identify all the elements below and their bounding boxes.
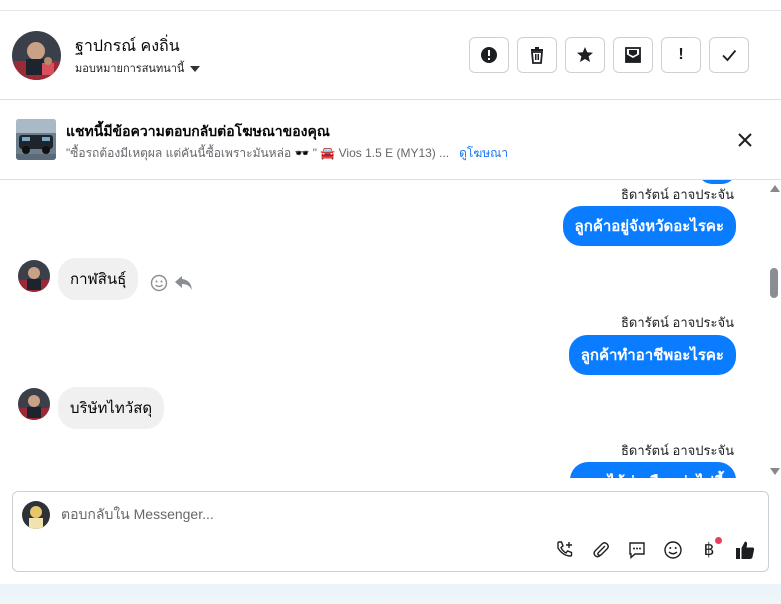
ad-reply-banner: แชทนี้มีข้อความตอบกลับต่อโฆษณาของคุณ "ซื… (0, 100, 781, 180)
check-icon (720, 46, 738, 64)
scroll-up-arrow-icon[interactable] (770, 185, 780, 192)
chat-bubble-icon (629, 542, 645, 560)
conversation-header: ฐาปกรณ์ คงถิ่น มอบหมายการสนทนานี้ ! (0, 11, 781, 100)
phone-plus-icon (557, 541, 573, 557)
baht-icon: ฿ (703, 540, 715, 559)
reply-arrow-icon (175, 276, 192, 290)
ad-description-row: "ซื้อรถต้องมีเหตุผล แต่คันนี้ซื้อเพราะมั… (66, 144, 508, 163)
assign-conversation-dropdown[interactable]: มอบหมายการสนทนานี้ (75, 59, 201, 77)
star-icon (576, 46, 594, 64)
incoming-message[interactable]: บริษัทไทวัสดุ (58, 387, 165, 429)
chevron-down-icon (190, 65, 201, 72)
sender-name: ธิดารัตน์ อาจประจัน (620, 443, 734, 458)
mark-unread-button[interactable] (613, 37, 653, 73)
follow-up-button[interactable]: ! (661, 37, 701, 73)
composer-toolbar: ฿ (554, 537, 756, 561)
outgoing-message[interactable]: ลูกค้าทำอาชีพอะไรคะ (568, 335, 736, 375)
notification-dot (715, 537, 722, 544)
mark-spam-button[interactable] (469, 37, 509, 73)
mark-done-button[interactable] (709, 37, 749, 73)
assign-label: มอบหมายการสนทนานี้ (75, 63, 185, 75)
incoming-message[interactable]: กาฬสินธุ์ (58, 258, 139, 300)
close-banner-button[interactable] (735, 130, 755, 150)
envelope-icon (624, 46, 642, 64)
contact-avatar-small (18, 260, 50, 292)
messenger-conversation-window: ฐาปกรณ์ คงถิ่น มอบหมายการสนทนานี้ ! แชทน… (0, 0, 781, 604)
emoji-icon (664, 541, 682, 559)
ad-thumbnail (16, 119, 56, 160)
alert-circle-icon (480, 46, 498, 64)
trash-icon (528, 46, 546, 64)
view-ad-link[interactable]: ดูโฆษณา (459, 144, 508, 163)
contact-avatar-small (18, 388, 50, 420)
reply-button[interactable] (174, 274, 194, 297)
outgoing-message[interactable]: ลูกค้าอยู่จังหวัดอะไรคะ (562, 206, 736, 246)
delete-button[interactable] (517, 37, 557, 73)
emoji-button[interactable] (662, 539, 684, 561)
page-footer-strip (0, 584, 781, 604)
reply-input[interactable] (61, 506, 661, 522)
contact-name: ฐาปกรณ์ คงถิ่น (75, 38, 180, 55)
message-thread[interactable]: ธิดารัตน์ อาจประจัน ลูกค้าอยู่จังหวัดอะไ… (0, 180, 781, 478)
contact-avatar[interactable] (12, 31, 61, 80)
close-icon (735, 133, 755, 154)
thread-scrollbar[interactable] (767, 180, 781, 478)
thumbs-up-icon (736, 541, 755, 559)
outgoing-message[interactable]: รายได้ต่อเดือนต่อไปนี้ (570, 462, 736, 478)
star-button[interactable] (565, 37, 605, 73)
call-button[interactable] (554, 539, 576, 561)
ad-banner-title: แชทนี้มีข้อความตอบกลับต่อโฆษณาของคุณ (66, 123, 330, 139)
page-avatar (22, 501, 50, 529)
scroll-down-arrow-icon[interactable] (770, 468, 780, 475)
smiley-icon (150, 274, 168, 292)
reply-composer: ฿ (12, 491, 769, 572)
react-button[interactable] (150, 274, 168, 297)
message-hover-tools (150, 274, 194, 297)
attach-button[interactable] (590, 539, 612, 561)
sender-name: ธิดารัตน์ อาจประจัน (620, 187, 734, 202)
like-button[interactable] (734, 539, 756, 561)
saved-replies-button[interactable] (626, 539, 648, 561)
ad-text: "ซื้อรถต้องมีเหตุผล แต่คันนี้ซื้อเพราะมั… (66, 146, 450, 160)
payment-button[interactable]: ฿ (698, 537, 722, 561)
paperclip-icon (593, 542, 609, 558)
sender-name: ธิดารัตน์ อาจประจัน (620, 315, 734, 330)
exclamation-icon: ! (678, 46, 684, 63)
header-actions: ! (469, 37, 749, 73)
scrollbar-thumb[interactable] (770, 268, 778, 298)
